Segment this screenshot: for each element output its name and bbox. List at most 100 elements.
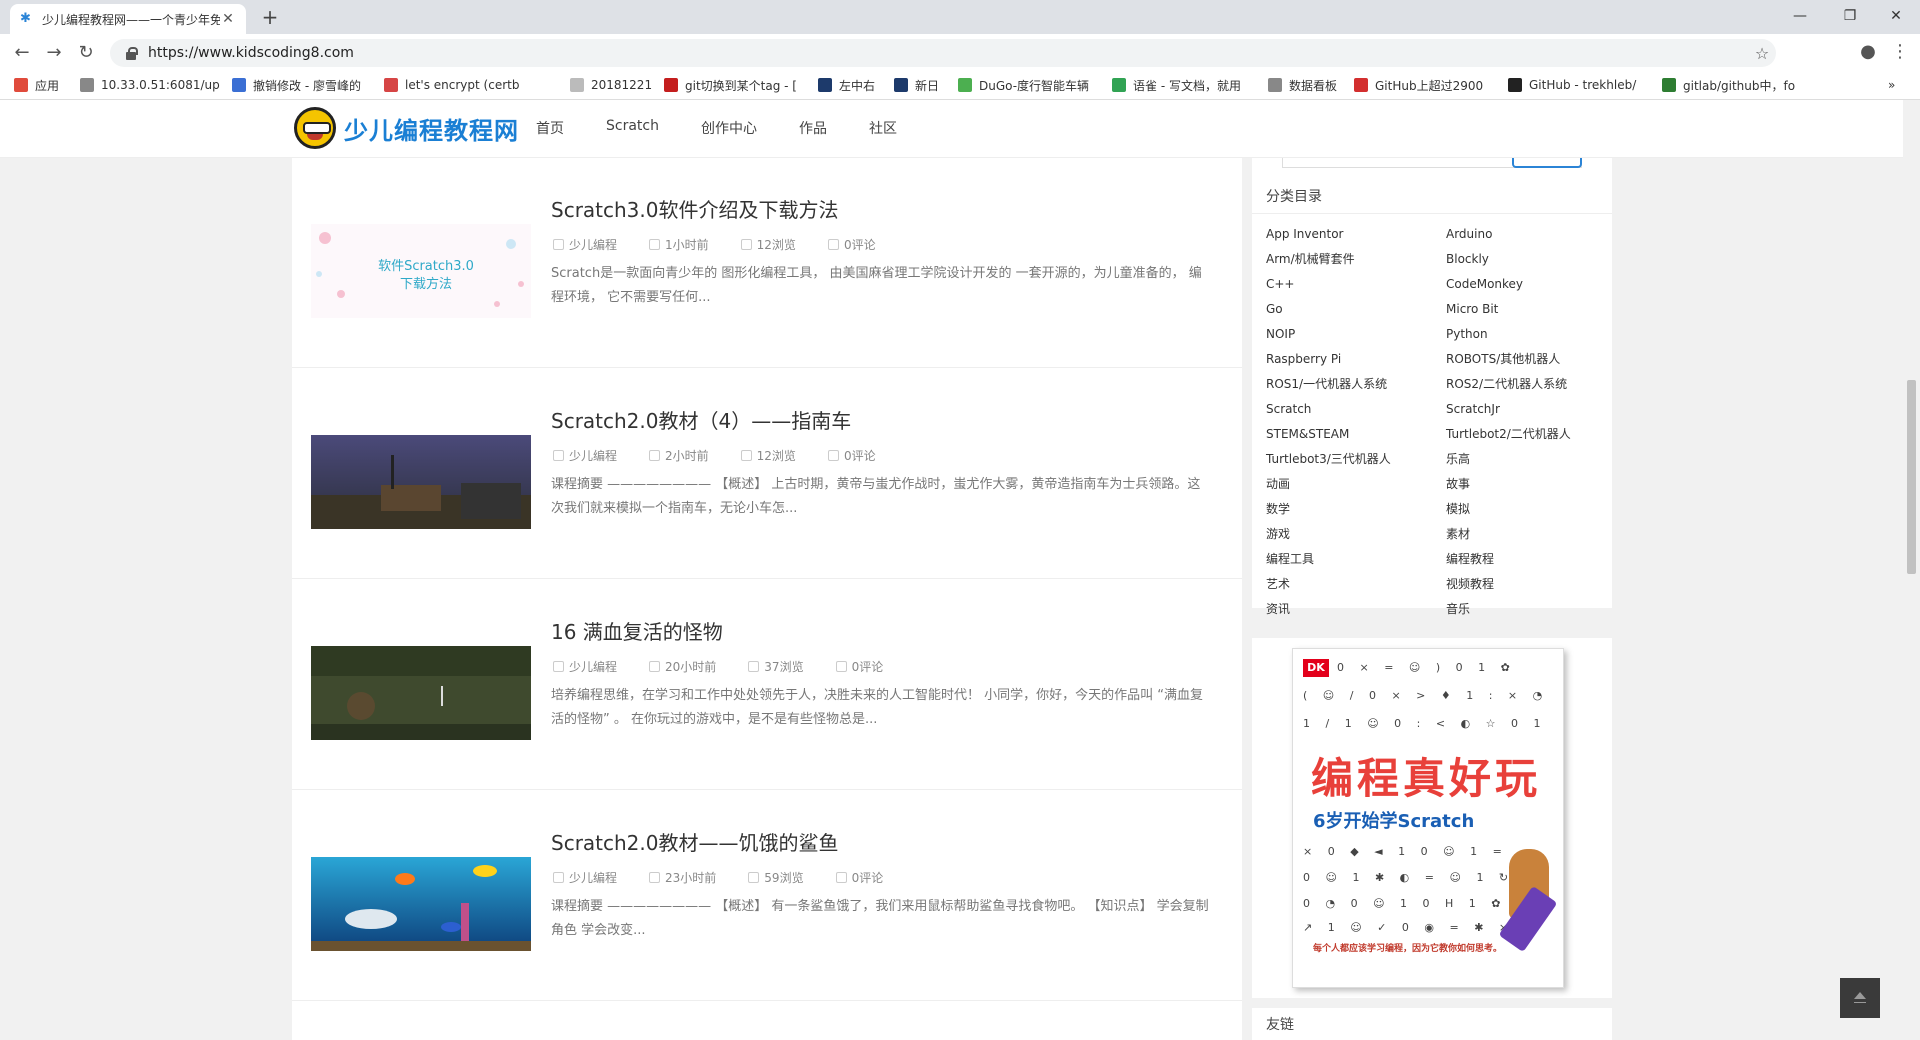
category-link[interactable]: Arduino — [1446, 222, 1626, 247]
category-link[interactable]: Python — [1446, 322, 1626, 347]
bookmark-item[interactable]: 数据看板 — [1268, 77, 1337, 93]
bookmark-item[interactable]: 新日 — [894, 77, 939, 93]
bookmarks-overflow-icon[interactable]: » — [1888, 77, 1895, 93]
address-bar[interactable]: https://www.kidscoding8.com ☆ — [110, 39, 1776, 67]
bookmark-item[interactable]: DuGo-度行智能车辆 — [958, 77, 1089, 93]
bookmark-item[interactable]: 20181221 — [570, 77, 652, 93]
page-scrollbar[interactable] — [1903, 100, 1920, 1040]
post-title[interactable]: Scratch3.0软件介绍及下载方法 — [551, 194, 839, 223]
category-link[interactable]: Turtlebot3/三代机器人 — [1266, 447, 1446, 472]
scrollbar-thumb[interactable] — [1907, 380, 1916, 574]
category-link[interactable]: 视频教程 — [1446, 572, 1626, 597]
post-author[interactable]: 少儿编程 — [551, 447, 617, 464]
category-link[interactable]: Raspberry Pi — [1266, 347, 1446, 372]
category-link[interactable]: 乐高 — [1446, 447, 1626, 472]
category-link[interactable]: 数学 — [1266, 497, 1446, 522]
back-button[interactable]: ← — [10, 42, 34, 64]
post-author[interactable]: 少儿编程 — [551, 869, 617, 886]
site-logo[interactable]: 少儿编程教程网 — [294, 104, 519, 152]
post-title[interactable]: Scratch2.0教材（4）——指南车 — [551, 405, 851, 434]
reload-button[interactable]: ↻ — [74, 42, 98, 64]
post-comments[interactable]: 0评论 — [834, 658, 883, 675]
category-link[interactable]: Arm/机械臂套件 — [1266, 247, 1446, 272]
category-link[interactable]: Blockly — [1446, 247, 1626, 272]
page-icon — [80, 78, 94, 92]
post-item: Scratch2.0教材（4）——指南车 少儿编程 2小时前 12浏览 0评论 … — [292, 369, 1242, 579]
category-link[interactable]: 资讯 — [1266, 597, 1446, 622]
category-link[interactable]: Scratch — [1266, 397, 1446, 422]
site-icon — [1354, 78, 1368, 92]
maximize-window-button[interactable]: ❐ — [1830, 4, 1870, 28]
category-link[interactable]: 游戏 — [1266, 522, 1446, 547]
post-comments[interactable]: 0评论 — [834, 869, 883, 886]
thumb-caption: 软件Scratch3.0 下载方法 — [378, 259, 474, 292]
post-author[interactable]: 少儿编程 — [551, 658, 617, 675]
category-link[interactable]: C++ — [1266, 272, 1446, 297]
post-views: 12浏览 — [739, 447, 796, 464]
post-thumbnail[interactable] — [311, 857, 531, 951]
browser-menu-icon[interactable]: ⋮ — [1888, 40, 1912, 64]
bookmark-item[interactable]: 语雀 - 写文档，就用 — [1112, 77, 1241, 93]
post-comments[interactable]: 0评论 — [826, 236, 876, 253]
book-cover-image[interactable]: DK 0 × = ☺ ) 0 1 ✿ ( ☺ / 0 × > ♦ 1 : × ◔… — [1292, 648, 1564, 988]
site-icon — [958, 78, 972, 92]
nav-home[interactable]: 首页 — [536, 118, 564, 138]
sf-icon — [1662, 78, 1676, 92]
category-link[interactable]: Go — [1266, 297, 1446, 322]
new-tab-button[interactable]: + — [258, 6, 282, 30]
close-tab-icon[interactable]: ✕ — [220, 11, 236, 27]
category-link[interactable]: 编程教程 — [1446, 547, 1626, 572]
post-time: 2小时前 — [647, 447, 709, 464]
category-link[interactable]: ScratchJr — [1446, 397, 1626, 422]
post-thumbnail[interactable] — [311, 646, 531, 740]
category-link[interactable]: STEM&STEAM — [1266, 422, 1446, 447]
post-title[interactable]: 16 满血复活的怪物 — [551, 616, 723, 645]
bookmark-item[interactable]: GitHub上超过2900 — [1354, 77, 1483, 93]
category-link[interactable]: Micro Bit — [1446, 297, 1626, 322]
post-thumbnail[interactable] — [311, 435, 531, 529]
nav-community[interactable]: 社区 — [869, 118, 897, 138]
category-link[interactable]: 动画 — [1266, 472, 1446, 497]
category-link[interactable]: Turtlebot2/二代机器人 — [1446, 422, 1626, 447]
nav-works[interactable]: 作品 — [799, 118, 827, 138]
nav-scratch[interactable]: Scratch — [606, 118, 659, 138]
category-link[interactable]: 素材 — [1446, 522, 1626, 547]
bookmark-item[interactable]: let's encrypt (certb — [384, 77, 519, 93]
category-link[interactable]: 故事 — [1446, 472, 1626, 497]
bookmark-item[interactable]: gitlab/github中，fo — [1662, 77, 1795, 93]
book-glyph-row: ( ☺ / 0 × > ♦ 1 : × ◔ — [1303, 689, 1549, 702]
post-thumbnail[interactable]: 软件Scratch3.0 下载方法 — [311, 224, 531, 318]
bookmark-item[interactable]: GitHub - trekhleb/ — [1508, 77, 1636, 93]
category-link[interactable]: ROS1/一代机器人系统 — [1266, 372, 1446, 397]
bookmark-star-icon[interactable]: ☆ — [1748, 44, 1776, 63]
category-link[interactable]: 编程工具 — [1266, 547, 1446, 572]
bookmark-item[interactable]: git切换到某个tag - [ — [664, 77, 797, 93]
bookmark-item[interactable]: 左中右 — [818, 77, 875, 93]
bookmark-apps[interactable]: 应用 — [14, 77, 59, 93]
back-to-top-button[interactable] — [1840, 978, 1880, 1018]
post-comments[interactable]: 0评论 — [826, 447, 876, 464]
category-link[interactable]: ROBOTS/其他机器人 — [1446, 347, 1626, 372]
post-time: 1小时前 — [647, 236, 709, 253]
nav-creation-center[interactable]: 创作中心 — [701, 118, 757, 138]
category-link[interactable]: NOIP — [1266, 322, 1446, 347]
post-meta: 少儿编程 20小时前 37浏览 0评论 — [551, 658, 913, 675]
profile-avatar-icon[interactable]: ● — [1856, 40, 1880, 64]
close-window-button[interactable]: ✕ — [1876, 4, 1916, 28]
category-link[interactable]: CodeMonkey — [1446, 272, 1626, 297]
browser-tab[interactable]: ✱ 少儿编程教程网——一个青少年免费 ✕ — [10, 4, 246, 34]
category-link[interactable]: ROS2/二代机器人系统 — [1446, 372, 1626, 397]
forward-button[interactable]: → — [42, 42, 66, 64]
category-link[interactable]: 艺术 — [1266, 572, 1446, 597]
apps-grid-icon — [14, 78, 28, 92]
bookmark-item[interactable]: 撤销修改 - 廖雪峰的 — [232, 77, 361, 93]
bookmark-item[interactable]: 10.33.0.51:6081/up — [80, 77, 220, 93]
category-link[interactable]: App Inventor — [1266, 222, 1446, 247]
post-title[interactable]: Scratch2.0教材——饥饿的鲨鱼 — [551, 827, 839, 856]
minimize-window-button[interactable]: — — [1780, 4, 1820, 28]
category-link[interactable]: 音乐 — [1446, 597, 1626, 622]
category-link[interactable]: 模拟 — [1446, 497, 1626, 522]
site-icon — [894, 78, 908, 92]
url-text: https://www.kidscoding8.com — [148, 45, 354, 61]
post-author[interactable]: 少儿编程 — [551, 236, 617, 253]
